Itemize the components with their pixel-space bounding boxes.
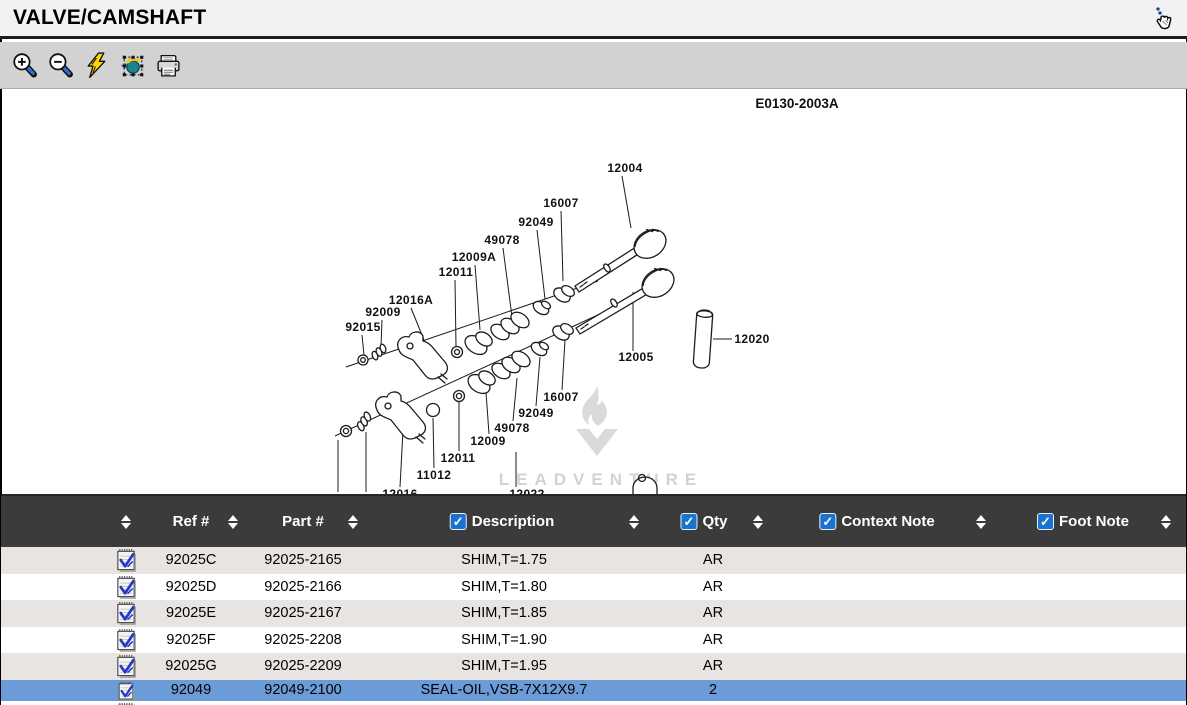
qty-cell: AR bbox=[703, 653, 723, 680]
diagram-part-label[interactable]: 49078 bbox=[494, 421, 529, 435]
exploded-parts-drawing: LEADVENTURE E0130-2003A bbox=[2, 89, 1186, 494]
zoom-in-icon bbox=[11, 52, 38, 79]
column-header-foot-note: Foot Note bbox=[1037, 496, 1129, 547]
part-cell: 92049-2100 bbox=[264, 680, 341, 702]
diagram-part-label[interactable]: 11012 bbox=[417, 468, 452, 482]
zoom-out-icon bbox=[47, 52, 74, 79]
column-header-qty: Qty bbox=[680, 496, 727, 547]
diagram-part-label[interactable]: 12009A bbox=[452, 250, 496, 264]
notepad-check-icon[interactable] bbox=[113, 681, 139, 701]
description-cell: SHIM,T=1.90 bbox=[461, 627, 547, 654]
sort-control[interactable] bbox=[629, 496, 639, 547]
notepad-check-icon[interactable] bbox=[113, 628, 139, 652]
diagram-part-label[interactable]: 49078 bbox=[484, 233, 519, 247]
parts-table: Ref # Part # Description Qty Context Not… bbox=[1, 494, 1186, 705]
notepad-check-icon[interactable] bbox=[113, 548, 139, 572]
description-column-checkbox[interactable] bbox=[450, 513, 467, 530]
page-flip-hand-icon[interactable] bbox=[1149, 6, 1175, 34]
sort-control[interactable] bbox=[228, 496, 238, 547]
notepad-check-icon[interactable] bbox=[113, 575, 139, 599]
column-header-part: Part # bbox=[282, 496, 324, 547]
diagram-area: LEADVENTURE E0130-2003A bbox=[2, 89, 1186, 494]
qty-cell: AR bbox=[703, 627, 723, 654]
part-cell: 92025-2209 bbox=[264, 653, 341, 680]
parts-artwork bbox=[341, 223, 714, 494]
part-cell: 92025-2165 bbox=[264, 547, 341, 574]
print-icon bbox=[155, 52, 182, 79]
diagram-part-label[interactable]: 12011 bbox=[439, 265, 474, 279]
column-header-ref: Ref # bbox=[173, 496, 210, 547]
table-row[interactable]: 92025E 92025-2167 SHIM,T=1.85 AR bbox=[1, 600, 1186, 627]
table-row[interactable]: 92025C 92025-2165 SHIM,T=1.75 AR bbox=[1, 547, 1186, 574]
notepad-check-icon[interactable] bbox=[113, 601, 139, 625]
foot-note-column-checkbox[interactable] bbox=[1037, 513, 1054, 530]
sort-control[interactable] bbox=[753, 496, 763, 547]
diagram-part-label[interactable]: 12016 bbox=[382, 487, 417, 494]
context-note-column-checkbox[interactable] bbox=[819, 513, 836, 530]
quick-zoom-button[interactable] bbox=[81, 50, 111, 80]
diagram-part-label[interactable]: 12011 bbox=[441, 451, 476, 465]
part-cell: 92025-2208 bbox=[264, 627, 341, 654]
ref-cell: 92025D bbox=[166, 574, 217, 601]
table-header: Ref # Part # Description Qty Context Not… bbox=[1, 494, 1186, 547]
qty-column-checkbox[interactable] bbox=[680, 513, 697, 530]
page-title: VALVE/CAMSHAFT bbox=[13, 6, 206, 30]
part-cell: 92025-2166 bbox=[264, 574, 341, 601]
description-cell: SHIM,T=1.80 bbox=[461, 574, 547, 601]
sort-control[interactable] bbox=[348, 496, 358, 547]
table-row[interactable]: 92025G 92025-2209 SHIM,T=1.95 AR bbox=[1, 653, 1186, 680]
description-cell: SHIM,T=1.95 bbox=[461, 653, 547, 680]
description-cell: SHIM,T=1.75 bbox=[461, 547, 547, 574]
sort-control[interactable] bbox=[1161, 496, 1171, 547]
table-row-selected[interactable]: 92049 92049-2100 SEAL-OIL,VSB-7X12X9.7 2 bbox=[1, 680, 1186, 702]
description-cell: SEAL-OIL,VSB-7X12X9.7 bbox=[421, 680, 588, 702]
ref-cell: 92025F bbox=[166, 627, 215, 654]
qty-cell: AR bbox=[703, 547, 723, 574]
quick-zoom-lightning-icon bbox=[83, 52, 110, 79]
hotspot-select-icon bbox=[119, 52, 146, 79]
print-button[interactable] bbox=[153, 50, 183, 80]
sort-control[interactable] bbox=[121, 496, 131, 547]
sort-control[interactable] bbox=[976, 496, 986, 547]
diagram-part-label[interactable]: 12005 bbox=[618, 350, 653, 364]
qty-cell: AR bbox=[703, 574, 723, 601]
diagram-part-label[interactable]: 12009 bbox=[470, 434, 505, 448]
diagram-part-label[interactable]: 92049 bbox=[518, 406, 553, 420]
qty-cell: AR bbox=[703, 600, 723, 627]
parts-catalog-page: VALVE/CAMSHAFT bbox=[0, 0, 1187, 705]
title-bar: VALVE/CAMSHAFT bbox=[0, 0, 1187, 39]
toolbar bbox=[0, 42, 1187, 89]
diagram-part-label[interactable]: 16007 bbox=[543, 196, 578, 210]
column-header-description: Description bbox=[450, 496, 555, 547]
ref-cell: 92025C bbox=[166, 547, 217, 574]
diagram-part-label[interactable]: 92015 bbox=[345, 320, 380, 334]
diagram-part-label[interactable]: 92009 bbox=[365, 305, 400, 319]
table-row[interactable]: 92025D 92025-2166 SHIM,T=1.80 AR bbox=[1, 574, 1186, 601]
ref-cell: 92025E bbox=[166, 600, 216, 627]
diagram-part-label[interactable]: 12022 bbox=[509, 487, 544, 494]
diagram-part-label[interactable]: 16007 bbox=[543, 390, 578, 404]
diagram-code: E0130-2003A bbox=[755, 96, 839, 111]
ref-cell: 92025G bbox=[165, 653, 217, 680]
notepad-check-icon[interactable] bbox=[113, 654, 139, 678]
description-cell: SHIM,T=1.85 bbox=[461, 600, 547, 627]
zoom-out-button[interactable] bbox=[45, 50, 75, 80]
qty-cell: 2 bbox=[709, 680, 717, 702]
zoom-in-button[interactable] bbox=[9, 50, 39, 80]
watermark-logo bbox=[576, 386, 618, 456]
diagram-part-label[interactable]: 12020 bbox=[734, 332, 769, 346]
part-cell: 92025-2167 bbox=[264, 600, 341, 627]
hotspot-select-button[interactable] bbox=[117, 50, 147, 80]
ref-cell: 92049 bbox=[171, 680, 211, 702]
table-row-partial[interactable] bbox=[1, 701, 1186, 705]
diagram-part-label[interactable]: 92049 bbox=[518, 215, 553, 229]
column-header-context-note: Context Note bbox=[819, 496, 934, 547]
diagram-part-label[interactable]: 12004 bbox=[607, 161, 642, 175]
table-row[interactable]: 92025F 92025-2208 SHIM,T=1.90 AR bbox=[1, 627, 1186, 654]
